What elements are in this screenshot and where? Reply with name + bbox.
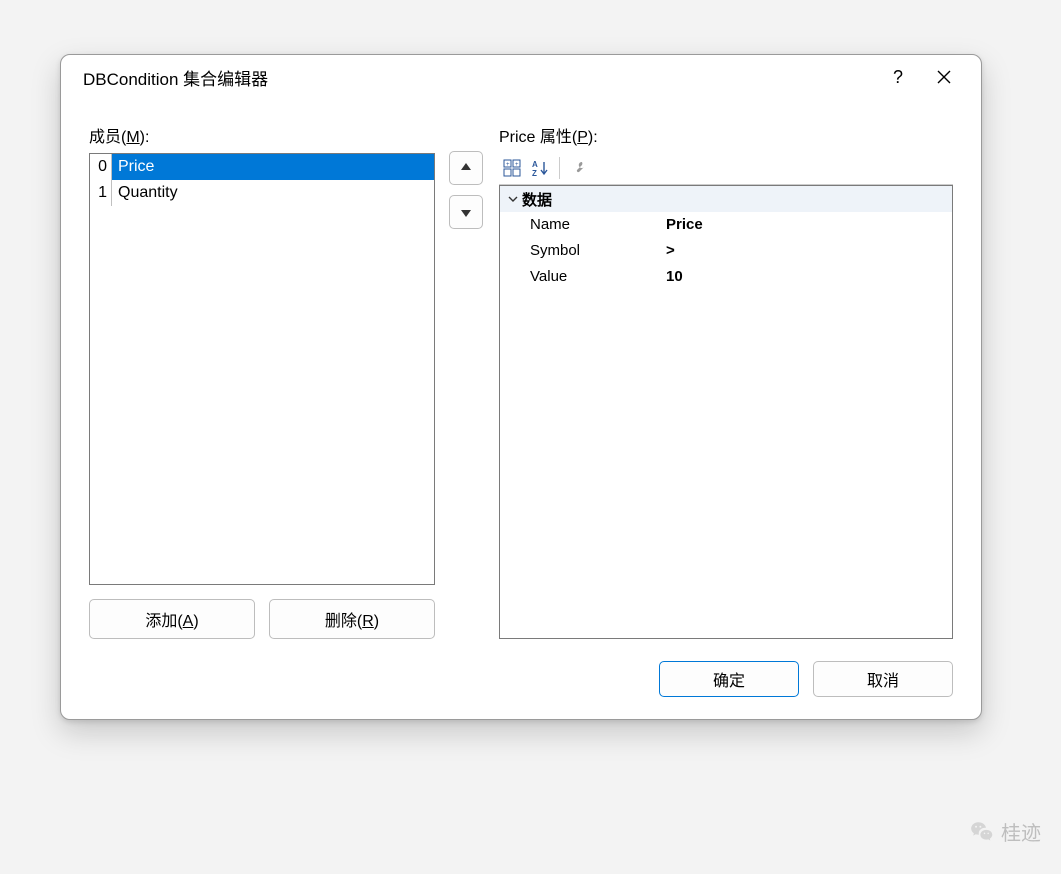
property-name: Value: [500, 264, 660, 290]
property-pages-button[interactable]: [566, 155, 592, 181]
property-value[interactable]: 10: [660, 264, 952, 290]
property-toolbar: ++ A Z: [499, 153, 953, 185]
chevron-down-icon: [504, 194, 522, 204]
sort-az-icon: A Z: [531, 159, 549, 177]
property-name: Symbol: [500, 238, 660, 264]
members-panel: 成员(M): 0Price1Quantity 添加(A) 删除(R): [89, 123, 435, 639]
wechat-icon: [969, 819, 995, 845]
property-category[interactable]: 数据: [500, 186, 952, 212]
list-item-name: Quantity: [112, 180, 434, 206]
collection-editor-dialog: DBCondition 集合编辑器 ? 成员(M): 0Price1Quanti…: [60, 54, 982, 720]
list-item-index: 0: [90, 154, 112, 180]
members-label: 成员(M):: [89, 123, 435, 147]
help-icon: ?: [893, 67, 903, 88]
close-icon: [937, 70, 951, 84]
move-up-button[interactable]: [449, 151, 483, 185]
categorized-button[interactable]: ++: [499, 155, 525, 181]
property-grid[interactable]: 数据NamePriceSymbol>Value10: [499, 185, 953, 639]
move-down-button[interactable]: [449, 195, 483, 229]
property-row[interactable]: Value10: [500, 264, 952, 290]
reorder-buttons: [449, 123, 485, 639]
watermark: 桂迹: [969, 817, 1041, 846]
cancel-button[interactable]: 取消: [813, 661, 953, 697]
svg-text:+: +: [506, 162, 510, 168]
dialog-title: DBCondition 集合编辑器: [83, 65, 875, 90]
arrow-up-icon: [459, 161, 473, 175]
list-item[interactable]: 1Quantity: [90, 180, 434, 206]
member-action-buttons: 添加(A) 删除(R): [89, 599, 435, 639]
list-item-index: 1: [90, 180, 112, 206]
wrench-icon: [570, 159, 588, 177]
svg-text:Z: Z: [532, 169, 537, 177]
dialog-footer: 确定 取消: [61, 657, 981, 719]
property-value[interactable]: Price: [660, 212, 952, 238]
close-button[interactable]: [921, 61, 967, 93]
properties-panel: Price 属性(P): ++ A Z: [499, 123, 953, 639]
arrow-down-icon: [459, 205, 473, 219]
svg-text:+: +: [515, 162, 519, 168]
ok-button[interactable]: 确定: [659, 661, 799, 697]
property-name: Name: [500, 212, 660, 238]
list-item[interactable]: 0Price: [90, 154, 434, 180]
add-button[interactable]: 添加(A): [89, 599, 255, 639]
watermark-text: 桂迹: [1001, 817, 1041, 846]
remove-button[interactable]: 删除(R): [269, 599, 435, 639]
property-row[interactable]: NamePrice: [500, 212, 952, 238]
category-label: 数据: [522, 189, 552, 210]
members-list[interactable]: 0Price1Quantity: [89, 153, 435, 585]
toolbar-separator: [559, 157, 560, 179]
dialog-content: 成员(M): 0Price1Quantity 添加(A) 删除(R): [61, 99, 981, 657]
svg-text:A: A: [532, 160, 538, 169]
property-value[interactable]: >: [660, 238, 952, 264]
property-row[interactable]: Symbol>: [500, 238, 952, 264]
titlebar: DBCondition 集合编辑器 ?: [61, 55, 981, 99]
list-item-name: Price: [112, 154, 434, 180]
properties-label: Price 属性(P):: [499, 123, 953, 147]
alphabetical-button[interactable]: A Z: [527, 155, 553, 181]
help-button[interactable]: ?: [875, 61, 921, 93]
categorized-icon: ++: [503, 159, 521, 177]
